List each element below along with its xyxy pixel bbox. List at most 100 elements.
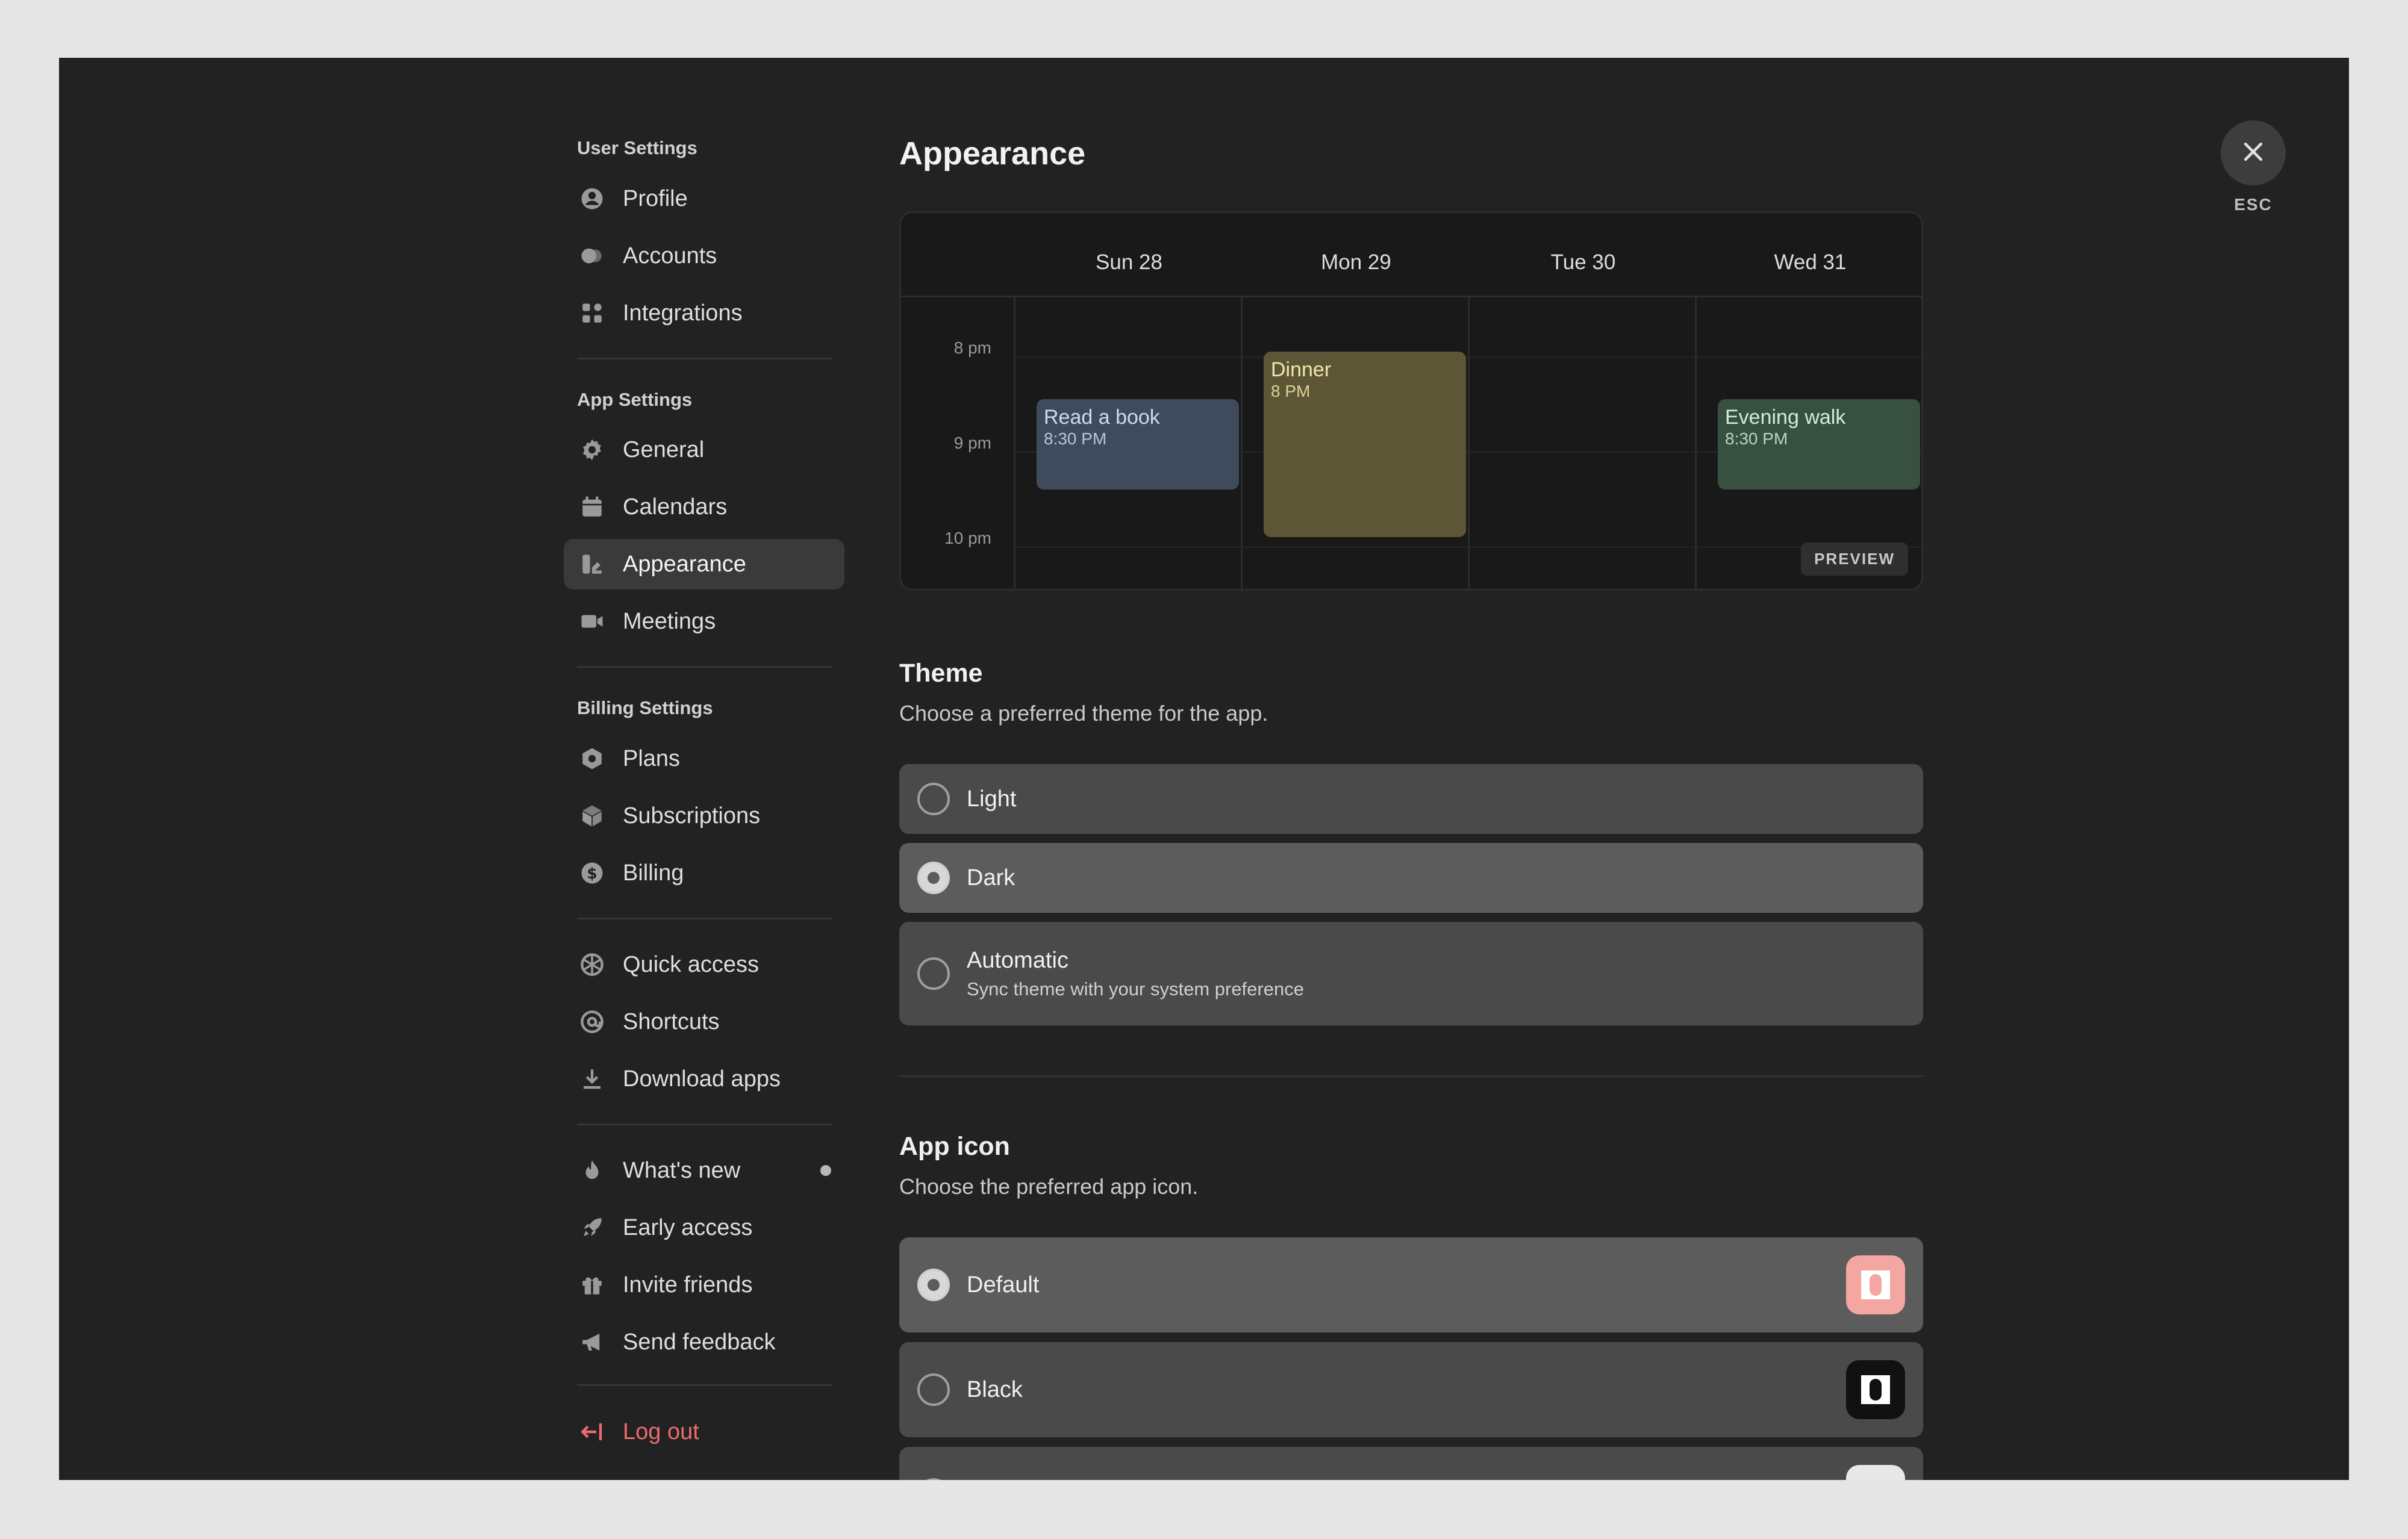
brush-icon bbox=[578, 550, 606, 578]
sidebar-item-invite-friends[interactable]: Invite friends bbox=[564, 1260, 844, 1310]
sidebar-item-integrations[interactable]: Integrations bbox=[564, 288, 844, 338]
sidebar-item-send-feedback[interactable]: Send feedback bbox=[564, 1317, 844, 1367]
divider bbox=[577, 1124, 832, 1125]
dollar-icon: $ bbox=[578, 859, 606, 887]
sidebar-item-profile[interactable]: Profile bbox=[564, 173, 844, 224]
app-icon-option-default[interactable]: Default bbox=[899, 1237, 1923, 1332]
settings-window: User Settings Profile Accounts Integrati… bbox=[59, 58, 2349, 1480]
section-title-user-settings: User Settings bbox=[577, 137, 697, 158]
sidebar-item-early-access[interactable]: Early access bbox=[564, 1202, 844, 1253]
grid-line bbox=[1695, 297, 1697, 589]
sidebar-item-label: Download apps bbox=[623, 1066, 781, 1092]
radio-partial[interactable] bbox=[917, 1478, 950, 1480]
sidebar-item-plans[interactable]: Plans bbox=[564, 733, 844, 784]
hexagon-icon bbox=[578, 745, 606, 773]
sidebar-item-label: Billing bbox=[623, 860, 684, 886]
sidebar-item-whats-new[interactable]: What's new bbox=[564, 1145, 844, 1196]
app-icon-heading: App icon bbox=[899, 1132, 1010, 1161]
theme-option-light[interactable]: Light bbox=[899, 764, 1923, 834]
radio-dark[interactable] bbox=[917, 862, 950, 894]
video-icon bbox=[578, 608, 606, 635]
sidebar-item-subscriptions[interactable]: Subscriptions bbox=[564, 791, 844, 841]
close-icon bbox=[2240, 138, 2266, 168]
calendar-event[interactable]: Evening walk 8:30 PM bbox=[1718, 399, 1920, 490]
grid-line bbox=[1015, 547, 1921, 548]
close-button[interactable] bbox=[2221, 120, 2286, 185]
sidebar-item-shortcuts[interactable]: Shortcuts bbox=[564, 996, 844, 1047]
sidebar-item-label: What's new bbox=[623, 1157, 741, 1183]
sidebar-item-quick-access[interactable]: Quick access bbox=[564, 939, 844, 990]
option-text: Automatic Sync theme with your system pr… bbox=[967, 948, 1304, 1000]
logout-icon bbox=[578, 1418, 606, 1446]
theme-option-dark[interactable]: Dark bbox=[899, 843, 1923, 913]
flame-icon bbox=[578, 1157, 606, 1184]
sidebar-item-label: Plans bbox=[623, 745, 681, 771]
day-header: Wed 31 bbox=[1774, 250, 1847, 274]
aperture-icon bbox=[578, 951, 606, 978]
app-icon-black-preview bbox=[1846, 1360, 1905, 1419]
section-divider bbox=[899, 1075, 1923, 1077]
box-icon bbox=[578, 802, 606, 830]
theme-option-automatic[interactable]: Automatic Sync theme with your system pr… bbox=[899, 922, 1923, 1025]
sidebar-item-label: Calendars bbox=[623, 494, 728, 520]
day-header: Sun 28 bbox=[1096, 250, 1162, 274]
sidebar-item-label: Meetings bbox=[623, 608, 716, 634]
sidebar-item-appearance[interactable]: Appearance bbox=[564, 539, 844, 589]
megaphone-icon bbox=[578, 1328, 606, 1356]
sidebar-item-label: Quick access bbox=[623, 951, 759, 977]
option-label: Black bbox=[967, 1376, 1023, 1402]
divider bbox=[577, 1384, 832, 1386]
divider bbox=[577, 918, 832, 919]
option-label: Dark bbox=[967, 865, 1015, 891]
page-title: Appearance bbox=[899, 135, 1086, 172]
sidebar-item-accounts[interactable]: Accounts bbox=[564, 231, 844, 281]
gear-icon bbox=[578, 436, 606, 464]
sidebar-item-general[interactable]: General bbox=[564, 424, 844, 475]
calendar-event[interactable]: Dinner 8 PM bbox=[1264, 352, 1466, 537]
logout-button[interactable]: Log out bbox=[564, 1407, 844, 1457]
section-title-billing-settings: Billing Settings bbox=[577, 697, 713, 718]
time-label: 9 pm bbox=[953, 434, 991, 452]
new-badge-dot bbox=[820, 1165, 831, 1176]
time-label: 10 pm bbox=[944, 529, 991, 547]
event-time: 8:30 PM bbox=[1044, 429, 1107, 448]
logout-label: Log out bbox=[623, 1419, 699, 1444]
radio-default[interactable] bbox=[917, 1269, 950, 1301]
toggle-icon bbox=[578, 242, 606, 270]
app-icon-option-black[interactable]: Black bbox=[899, 1342, 1923, 1437]
calendar-icon bbox=[578, 493, 606, 521]
event-time: 8:30 PM bbox=[1725, 429, 1788, 448]
divider bbox=[577, 666, 832, 668]
download-icon bbox=[578, 1065, 606, 1093]
calendar-preview: Sun 28 Mon 29 Tue 30 Wed 31 8 pm 9 pm 10… bbox=[899, 211, 1923, 591]
day-header: Tue 30 bbox=[1550, 250, 1616, 274]
theme-heading: Theme bbox=[899, 659, 983, 688]
sidebar-item-label: Invite friends bbox=[623, 1272, 753, 1298]
app-icon-option-partial[interactable] bbox=[899, 1447, 1923, 1480]
sidebar-item-billing[interactable]: $ Billing bbox=[564, 848, 844, 898]
section-title-app-settings: App Settings bbox=[577, 389, 693, 410]
divider bbox=[577, 358, 832, 359]
radio-light[interactable] bbox=[917, 783, 950, 815]
event-title: Evening walk bbox=[1725, 406, 1846, 429]
svg-text:$: $ bbox=[587, 865, 597, 882]
radio-automatic[interactable] bbox=[917, 957, 950, 990]
sidebar-item-meetings[interactable]: Meetings bbox=[564, 596, 844, 647]
sidebar-item-calendars[interactable]: Calendars bbox=[564, 482, 844, 532]
event-title: Dinner bbox=[1271, 358, 1332, 381]
sidebar-item-label: Accounts bbox=[623, 243, 717, 269]
radio-black[interactable] bbox=[917, 1373, 950, 1406]
sidebar-item-label: Subscriptions bbox=[623, 803, 761, 829]
app-icon-default-preview bbox=[1846, 1255, 1905, 1314]
calendar-event[interactable]: Read a book 8:30 PM bbox=[1037, 399, 1239, 490]
at-icon bbox=[578, 1008, 606, 1036]
sidebar-item-download-apps[interactable]: Download apps bbox=[564, 1054, 844, 1104]
grid-line bbox=[1015, 356, 1921, 358]
sidebar-item-label: Integrations bbox=[623, 300, 743, 326]
event-title: Read a book bbox=[1044, 406, 1160, 429]
calendar-header: Sun 28 Mon 29 Tue 30 Wed 31 bbox=[901, 213, 1921, 297]
sidebar-item-label: Send feedback bbox=[623, 1329, 776, 1355]
preview-badge: PREVIEW bbox=[1801, 543, 1908, 576]
grid-line bbox=[1014, 297, 1015, 589]
app-icon-subtitle: Choose the preferred app icon. bbox=[899, 1174, 1199, 1199]
